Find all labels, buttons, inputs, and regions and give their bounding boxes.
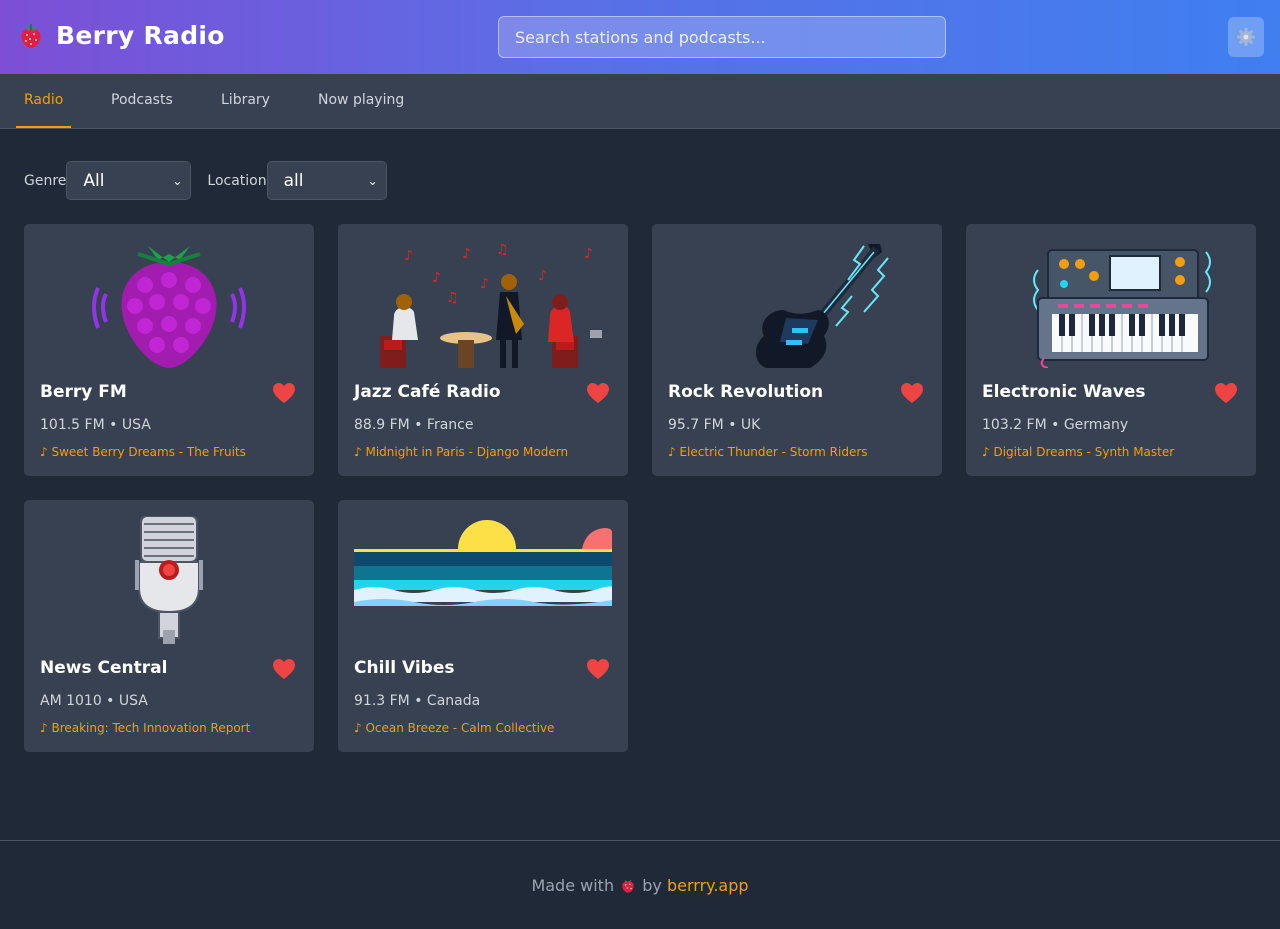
svg-text:♪: ♪ xyxy=(462,246,471,262)
svg-text:♪: ♪ xyxy=(432,270,441,286)
favorite-heart-icon[interactable] xyxy=(586,658,610,680)
ocean-sunset-illustration xyxy=(354,520,612,644)
station-meta: 95.7 FM • UK xyxy=(668,417,761,433)
station-name: Chill Vibes xyxy=(354,658,455,678)
footer-by: by xyxy=(642,876,662,895)
location-select[interactable]: all ⌄ xyxy=(266,161,387,200)
favorite-heart-icon[interactable] xyxy=(272,382,296,404)
footer-credit: Made with by berrry.app xyxy=(0,876,1280,895)
strawberry-icon xyxy=(622,879,634,893)
tab-library[interactable]: Library xyxy=(213,74,278,128)
svg-text:♪: ♪ xyxy=(404,248,413,264)
now-playing-track: ♪ Sweet Berry Dreams - The Fruits xyxy=(40,445,246,459)
tab-radio[interactable]: Radio xyxy=(16,74,72,128)
station-name: News Central xyxy=(40,658,168,678)
station-name: Berry FM xyxy=(40,382,127,402)
station-card-electronic-waves[interactable]: Electronic Waves 103.2 FM • Germany ♪ Di… xyxy=(966,224,1256,476)
app-header: Berry Radio xyxy=(0,0,1280,74)
app-logo[interactable]: Berry Radio xyxy=(16,20,225,50)
genre-label: Genre xyxy=(24,172,67,189)
favorite-heart-icon[interactable] xyxy=(1214,382,1238,404)
location-label: Location xyxy=(207,172,267,189)
station-card-news-central[interactable]: News Central AM 1010 • USA ♪ Breaking: T… xyxy=(24,500,314,752)
footer-prefix: Made with xyxy=(531,876,615,895)
app-title: Berry Radio xyxy=(56,20,225,50)
svg-text:♫: ♫ xyxy=(446,290,459,306)
station-meta: 101.5 FM • USA xyxy=(40,417,151,433)
now-playing-track: ♪ Ocean Breeze - Calm Collective xyxy=(354,721,555,735)
station-card-rock-revolution[interactable]: Rock Revolution 95.7 FM • UK ♪ Electric … xyxy=(652,224,942,476)
now-playing-track: ♪ Breaking: Tech Innovation Report xyxy=(40,721,251,735)
station-name: Electronic Waves xyxy=(982,382,1146,402)
filter-bar: Genre All ⌄ Location all ⌄ xyxy=(24,161,387,200)
station-meta: 103.2 FM • Germany xyxy=(982,417,1129,433)
now-playing-track: ♪ Electric Thunder - Storm Riders xyxy=(668,445,868,459)
chevron-down-icon: ⌄ xyxy=(172,173,183,188)
svg-text:♪: ♪ xyxy=(584,246,593,262)
now-playing-track: ♪ Midnight in Paris - Django Modern xyxy=(354,445,569,459)
tab-podcasts[interactable]: Podcasts xyxy=(103,74,181,128)
raspberry-broadcast-icon xyxy=(92,246,246,368)
tab-bar: Radio Podcasts Library Now playing xyxy=(0,74,1280,129)
station-meta: 91.3 FM • Canada xyxy=(354,693,481,709)
favorite-heart-icon[interactable] xyxy=(272,658,296,680)
genre-select-value: All xyxy=(83,170,105,191)
genre-select[interactable]: All ⌄ xyxy=(66,161,192,200)
microphone-illustration xyxy=(135,516,203,644)
footer-link[interactable]: berrry.app xyxy=(667,876,749,895)
footer: Made with by berrry.app xyxy=(0,840,1280,929)
svg-text:♪: ♪ xyxy=(538,268,547,284)
station-card-chill-vibes[interactable]: Chill Vibes 91.3 FM • Canada ♪ Ocean Bre… xyxy=(338,500,628,752)
station-card-jazz-cafe-radio[interactable]: ♪ ♫ ♪ ♪ ♫ ♪ ♪ ♪ Jazz Café Radio 88.9 FM • Fra… xyxy=(338,224,628,476)
electric-guitar-illustration xyxy=(756,244,889,368)
station-card-berry-fm[interactable]: Berry FM 101.5 FM • USA ♪ Sweet Berry Dr… xyxy=(24,224,314,476)
synthesizer-illustration xyxy=(1033,249,1211,368)
search-input[interactable] xyxy=(498,16,946,58)
svg-text:♫: ♫ xyxy=(496,242,509,258)
jazz-cafe-illustration: ♪ ♫ ♪ ♪ ♫ ♪ ♪ ♪ xyxy=(380,242,602,368)
station-name: Rock Revolution xyxy=(668,382,824,402)
gear-icon xyxy=(1237,28,1255,46)
tab-now-playing[interactable]: Now playing xyxy=(310,74,412,128)
station-meta: AM 1010 • USA xyxy=(40,693,148,709)
now-playing-track: ♪ Digital Dreams - Synth Master xyxy=(982,445,1175,459)
settings-button[interactable] xyxy=(1228,17,1264,57)
station-name: Jazz Café Radio xyxy=(354,382,501,402)
strawberry-icon xyxy=(21,24,41,48)
svg-text:♪: ♪ xyxy=(480,276,489,292)
location-select-value: all xyxy=(283,170,304,191)
station-meta: 88.9 FM • France xyxy=(354,417,474,433)
chevron-down-icon: ⌄ xyxy=(367,173,378,188)
favorite-heart-icon[interactable] xyxy=(900,382,924,404)
favorite-heart-icon[interactable] xyxy=(586,382,610,404)
